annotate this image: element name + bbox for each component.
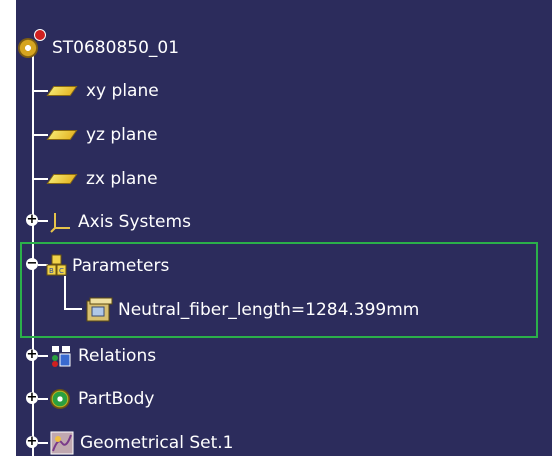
tree-branch-line [32, 134, 48, 136]
svg-text:B: B [49, 267, 54, 275]
tree-node-label: xy plane [86, 81, 159, 101]
partbody-icon [50, 389, 70, 409]
tree-node-relations[interactable]: Relations [50, 339, 156, 373]
relations-icon [52, 346, 71, 367]
expand-toggle-icon[interactable]: + [26, 348, 38, 361]
tree-branch-line [32, 90, 48, 92]
plane-icon [46, 130, 78, 140]
tree-node-root-label: ST0680850_01 [52, 38, 180, 58]
tree-node-label: Axis Systems [78, 212, 191, 232]
specification-tree: ST0680850_01 xy plane yz plane zx plane … [16, 0, 552, 456]
expand-toggle-icon[interactable]: + [26, 435, 38, 448]
tree-node-yz-plane[interactable]: yz plane [46, 118, 158, 152]
tree-node-geometrical-set[interactable]: Geometrical Set.1 [50, 426, 233, 456]
tree-branch-line [32, 178, 48, 180]
tree-node-zx-plane[interactable]: zx plane [46, 162, 158, 196]
tree-node-label: Neutral_fiber_length=1284.399mm [118, 300, 420, 320]
axis-system-icon [50, 213, 70, 233]
part-root-icon [18, 38, 38, 58]
tree-node-label: zx plane [86, 169, 158, 189]
tree-node-label: Geometrical Set.1 [80, 433, 234, 453]
tree-node-axis-systems[interactable]: Axis Systems [50, 205, 191, 239]
tree-node-neutral-fiber-length[interactable]: Neutral_fiber_length=1284.399mm [84, 293, 419, 327]
tree-branch-line [38, 442, 48, 444]
geometrical-set-icon [50, 431, 74, 455]
plane-icon [46, 86, 78, 96]
collapse-toggle-icon[interactable]: − [26, 257, 38, 270]
tree-node-label: Relations [78, 346, 157, 366]
parameter-value-icon [86, 297, 113, 322]
expand-toggle-icon[interactable]: + [26, 213, 38, 226]
tree-node-xy-plane[interactable]: xy plane [46, 74, 159, 108]
part-badge-icon [34, 29, 46, 41]
parameters-icon: B C [46, 254, 67, 276]
tree-branch-line [38, 355, 48, 357]
tree-child-line [64, 276, 66, 310]
tree-branch-line [38, 220, 48, 222]
tree-branch-line [64, 308, 82, 310]
expand-toggle-icon[interactable]: + [26, 391, 38, 404]
svg-text:C: C [59, 267, 64, 275]
plane-icon [46, 174, 78, 184]
tree-node-partbody[interactable]: PartBody [50, 382, 154, 416]
tree-node-label: Parameters [72, 256, 170, 276]
tree-node-label: yz plane [86, 125, 158, 145]
tree-node-label: PartBody [78, 389, 155, 409]
tree-branch-line [38, 398, 48, 400]
tree-node-root[interactable]: ST0680850_01 [18, 29, 180, 65]
